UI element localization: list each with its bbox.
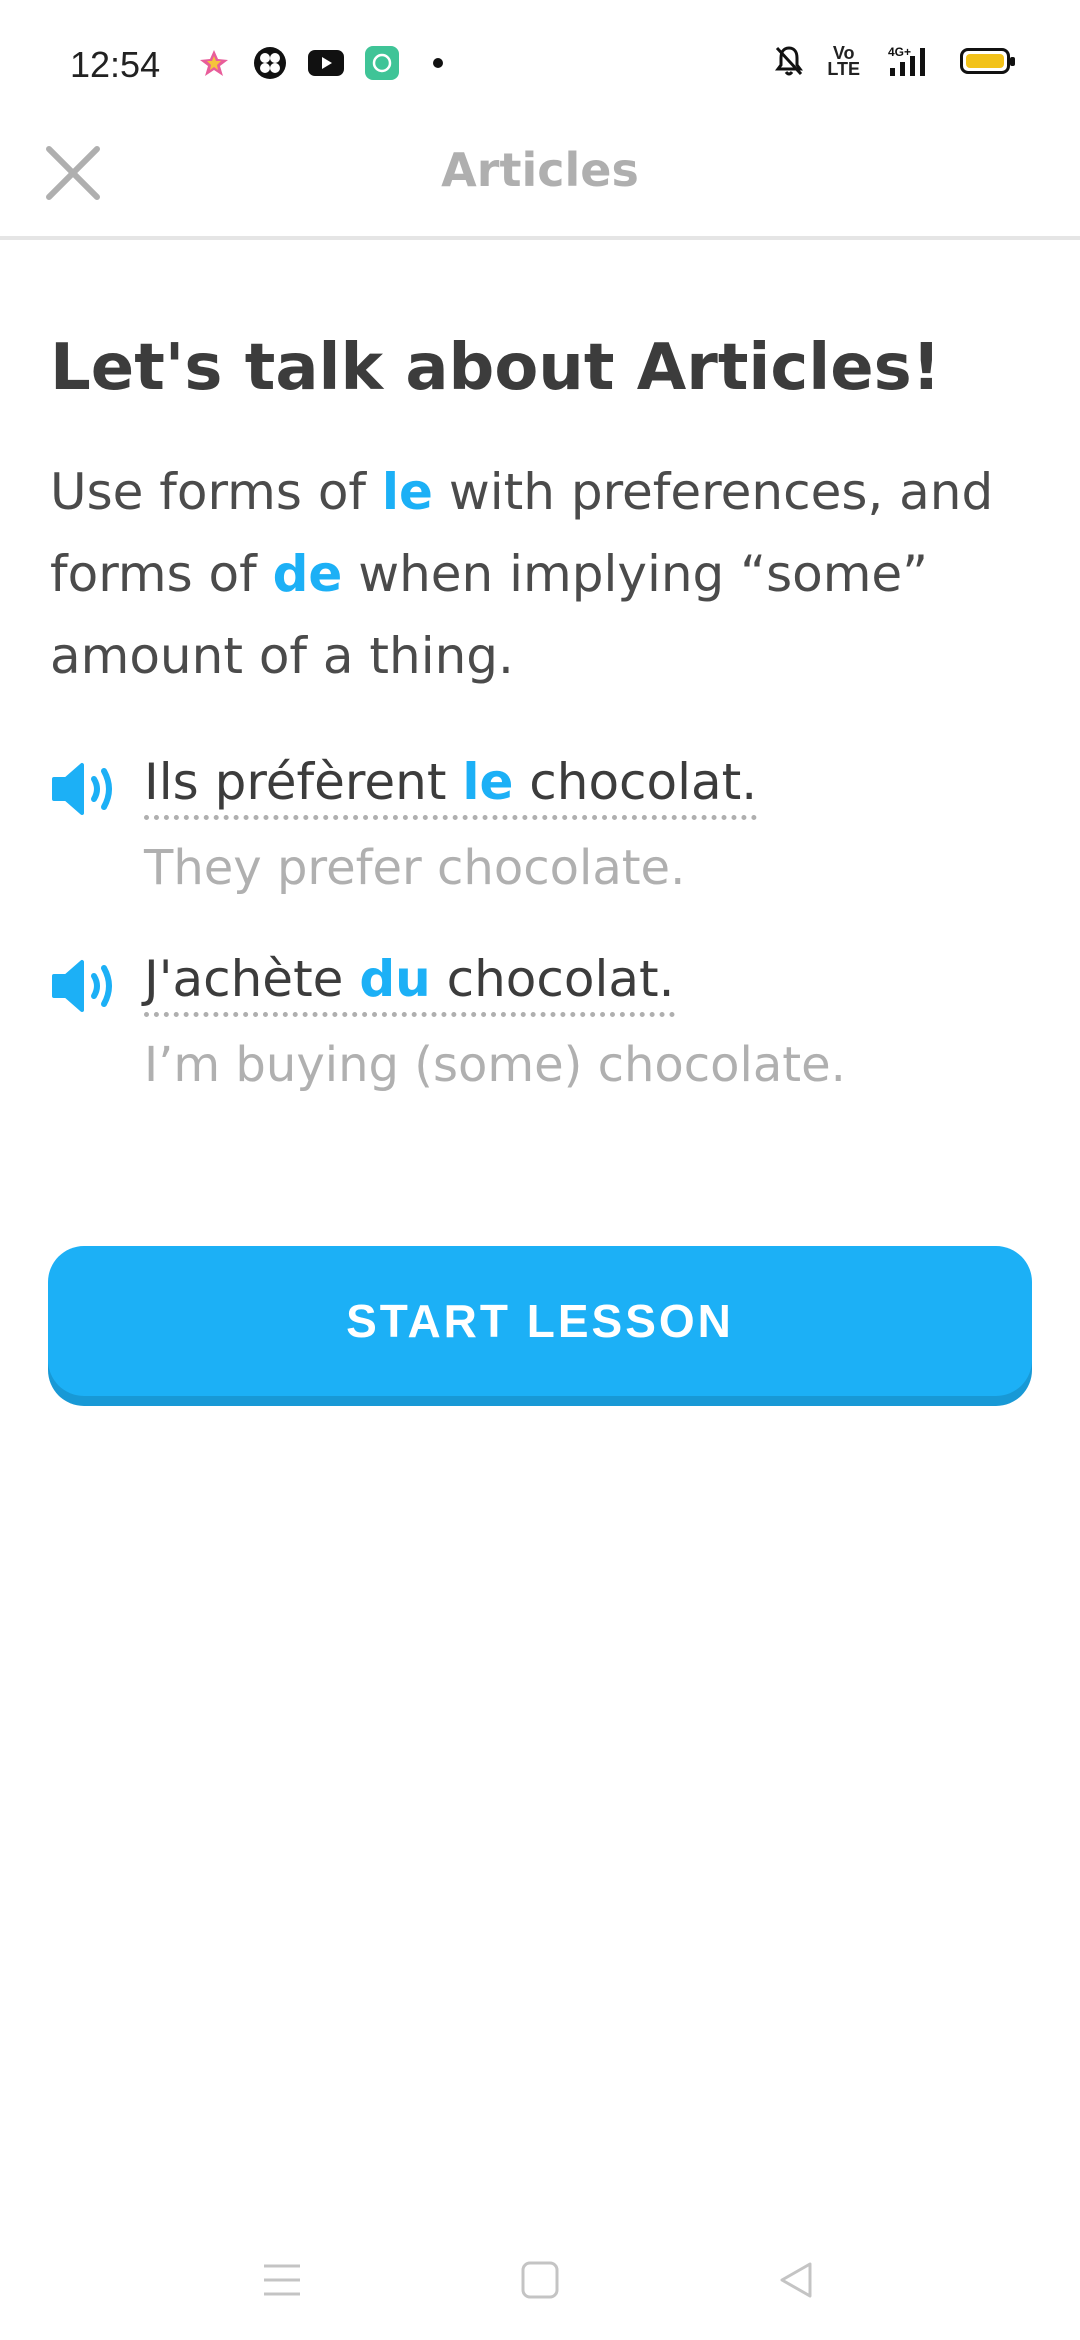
green-app-icon	[364, 46, 400, 80]
speaker-icon[interactable]	[50, 759, 122, 819]
highlight-le: le	[381, 462, 433, 521]
french-highlight: du	[359, 949, 431, 1008]
nav-home-button[interactable]	[500, 2240, 580, 2320]
youtube-icon	[308, 46, 344, 80]
signal-strength-icon: 4G+	[880, 44, 940, 78]
network-type-label: 4G+	[888, 45, 911, 59]
french-sentence[interactable]: Ils préfèrent le chocolat.	[144, 751, 758, 820]
french-text: Ils préfèrent	[144, 752, 463, 811]
home-icon	[521, 2261, 559, 2299]
french-text: chocolat.	[513, 752, 758, 811]
menu-icon	[264, 2264, 300, 2296]
back-icon	[780, 2262, 812, 2298]
nav-menu-button[interactable]	[242, 2240, 322, 2320]
page-title: Let's talk about Articles!	[50, 331, 941, 405]
speaker-icon[interactable]	[50, 956, 122, 1016]
start-lesson-button[interactable]: START LESSON	[48, 1246, 1032, 1396]
example-item: Ils préfèrent le chocolat. They prefer c…	[50, 751, 1040, 898]
french-text: J'achète	[144, 949, 360, 1008]
examples-list: Ils préfèrent le chocolat. They prefer c…	[50, 751, 1040, 1095]
french-text: chocolat.	[430, 949, 675, 1008]
highlight-de: de	[272, 544, 343, 603]
status-time: 12:54	[70, 44, 161, 85]
status-bar: 12:54 Vo LTE 4G+	[0, 0, 1080, 130]
example-item: J'achète du chocolat. I’m buying (some) …	[50, 948, 1040, 1095]
french-highlight: le	[462, 752, 514, 811]
system-status-icons: Vo LTE 4G+	[771, 43, 1015, 79]
nav-back-button[interactable]	[756, 2240, 836, 2320]
french-sentence[interactable]: J'achète du chocolat.	[144, 948, 675, 1017]
battery-icon	[960, 48, 1015, 74]
tips-content: Let's talk about Articles! Use forms of …	[50, 330, 1040, 1145]
more-notifications-dot-icon	[420, 46, 456, 80]
description-text: Use forms of	[50, 462, 382, 521]
header-title: Articles	[441, 143, 639, 197]
star-app-icon	[196, 46, 232, 80]
english-translation: I’m buying (some) chocolate.	[144, 1036, 846, 1093]
volte-indicator: Vo LTE	[827, 43, 860, 79]
grammar-description: Use forms of le with preferences, and fo…	[50, 451, 1040, 697]
english-translation: They prefer chocolate.	[144, 839, 686, 896]
system-nav-bar	[0, 2220, 1080, 2340]
notification-icons	[196, 46, 456, 80]
lesson-header: Articles	[0, 130, 1080, 240]
clover-app-icon	[252, 46, 288, 80]
bell-muted-icon	[771, 44, 807, 78]
